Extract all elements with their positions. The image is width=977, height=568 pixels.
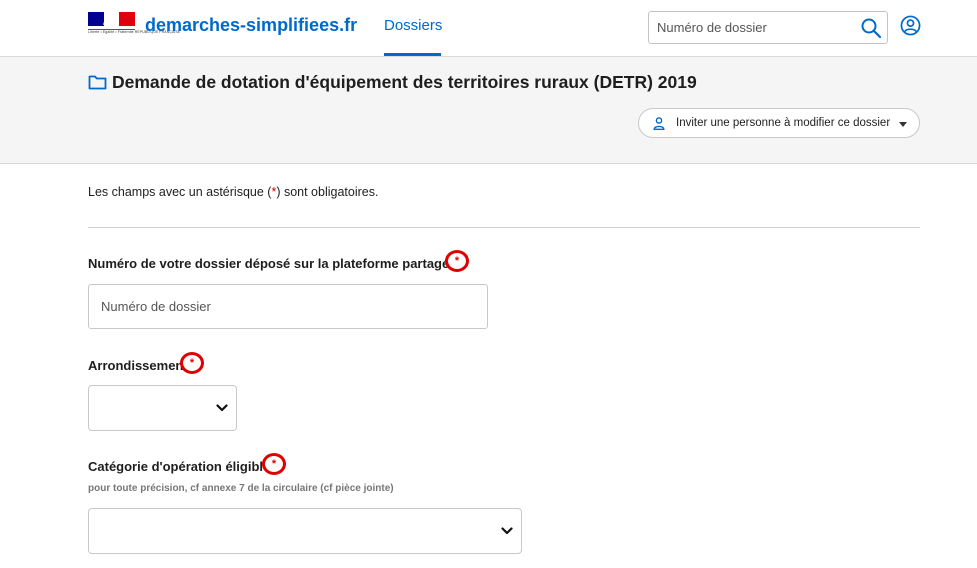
folder-icon <box>88 75 107 90</box>
invite-button-label: Inviter une personne à modifier ce dossi… <box>676 117 891 129</box>
categorie-operation-hint: pour toute précision, cf annexe 7 de la … <box>88 483 394 494</box>
categorie-operation-label: Catégorie d'opération éligibl <box>88 459 263 474</box>
procedure-header: Demande de dotation d'équipement des ter… <box>0 57 977 164</box>
arrondissement-select[interactable] <box>88 385 237 431</box>
republique-francaise-logo[interactable]: Liberté • Égalité • Fraternité RÉPUBLIQU… <box>88 12 181 42</box>
marianne-icon <box>103 14 112 25</box>
categorie-operation-select[interactable] <box>88 508 522 554</box>
nav-active-indicator <box>384 53 441 56</box>
required-asterisk-marker: * <box>445 250 469 272</box>
search-input[interactable] <box>657 20 847 35</box>
chevron-down-icon <box>216 404 228 412</box>
dossier-number-input[interactable] <box>101 299 471 314</box>
top-header: Liberté • Égalité • Fraternité RÉPUBLIQU… <box>0 0 977 57</box>
caret-down-icon <box>899 122 907 127</box>
divider <box>88 227 920 228</box>
search-icon[interactable] <box>860 17 882 39</box>
procedure-title: Demande de dotation d'équipement des ter… <box>112 72 697 92</box>
required-asterisk-marker: * <box>180 352 204 374</box>
nav-dossiers-link[interactable]: Dossiers <box>384 17 442 34</box>
chevron-down-icon <box>501 527 513 535</box>
site-name-link[interactable]: demarches-simplifiees.fr <box>145 15 357 36</box>
logo-text: Liberté • Égalité • Fraternité RÉPUBLIQU… <box>88 30 181 34</box>
dossier-number-field <box>88 284 488 329</box>
invite-person-button[interactable]: Inviter une personne à modifier ce dossi… <box>638 108 920 138</box>
dossier-number-label: Numéro de votre dossier déposé sur la pl… <box>88 256 450 271</box>
person-icon <box>653 117 665 130</box>
required-asterisk-marker: * <box>262 453 286 475</box>
required-fields-notice: Les champs avec un astérisque (*) sont o… <box>88 185 379 199</box>
arrondissement-label: Arrondissemen <box>88 358 184 373</box>
search-box <box>648 11 888 44</box>
user-account-icon[interactable] <box>900 15 921 36</box>
